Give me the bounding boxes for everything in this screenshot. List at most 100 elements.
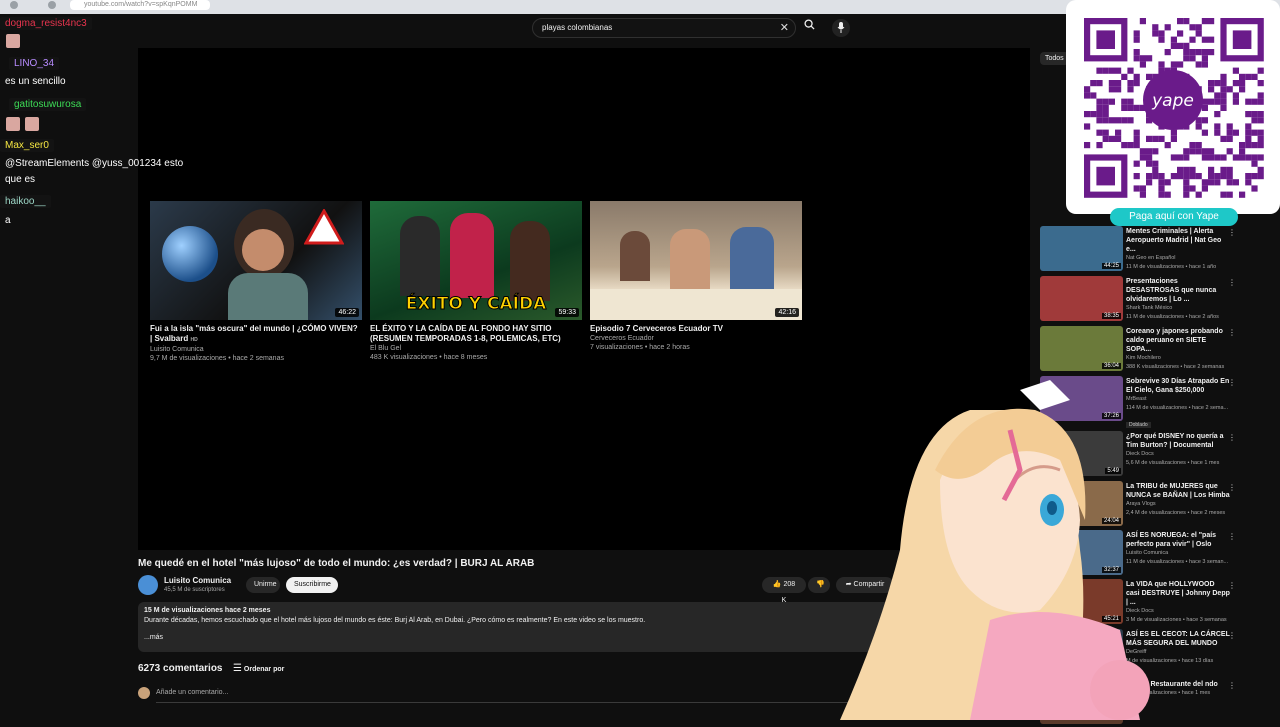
video-description[interactable]: 15 M de visualizaciones hace 2 meses Dur… xyxy=(138,602,918,652)
chat-text: que es xyxy=(5,174,36,185)
video-channel[interactable]: El Blu Gel xyxy=(370,344,582,353)
video-meta: 483 K visualizaciones • hace 8 meses xyxy=(370,354,488,361)
more-options-icon[interactable]: ⋮ xyxy=(1228,278,1236,287)
video-meta: 11 M de visualizaciones • hace 1 año xyxy=(1126,264,1217,270)
reload-icon[interactable] xyxy=(48,1,56,9)
video-meta: 7 visualizaciones • hace 2 horas xyxy=(590,344,690,351)
chat-username: haikoo__ xyxy=(0,195,51,208)
channel-name[interactable]: Luisito Comunica xyxy=(164,576,231,585)
comment-input-underline xyxy=(156,702,916,703)
yape-payment-label: Paga aquí con Yape xyxy=(1110,208,1238,226)
chat-message: dogma_resist4nc3 xyxy=(0,17,92,30)
video-duration: 46:22 xyxy=(335,308,359,317)
join-button[interactable]: Unirme xyxy=(246,577,280,593)
sort-icon: ☰ xyxy=(233,663,242,674)
video-channel[interactable]: Kim Mochilero xyxy=(1126,354,1230,363)
filter-chip-all[interactable]: Todos xyxy=(1040,52,1069,65)
video-channel[interactable]: Cerveceros Ecuador xyxy=(590,334,802,343)
hd-badge: HD xyxy=(190,337,198,343)
video-duration: 42:16 xyxy=(775,308,799,317)
chat-message: haikoo__ xyxy=(0,195,51,208)
sort-label: Ordenar por xyxy=(243,666,285,673)
warning-sign-icon xyxy=(304,209,344,245)
related-video-item[interactable]: 44:25 Mentes Criminales | Alerta Aeropuer… xyxy=(1040,226,1240,274)
video-duration: 44:25 xyxy=(1101,263,1121,269)
like-button[interactable]: 👍 208 K xyxy=(762,577,806,604)
video-title[interactable]: Coreano y japones probando caldo peruano… xyxy=(1126,327,1230,354)
video-thumbnail[interactable]: 44:25 xyxy=(1040,226,1123,271)
video-channel[interactable]: Luisito Comunica xyxy=(150,345,362,354)
video-thumbnail[interactable]: ÉXITO Y CAÍDA 59:33 xyxy=(370,201,582,320)
more-options-icon[interactable]: ⋮ xyxy=(1228,581,1236,590)
search-icon xyxy=(803,19,815,30)
chat-message: Max_ser0 xyxy=(0,139,54,152)
video-thumbnail[interactable]: 36:04 xyxy=(1040,326,1123,371)
related-video-item[interactable]: 36:04 Coreano y japones probando caldo pe… xyxy=(1040,326,1240,374)
browser-logo-icon xyxy=(10,1,18,9)
video-title: Me quedé en el hotel "más lujoso" de tod… xyxy=(138,558,535,569)
video-title[interactable]: EL ÉXITO Y LA CAÍDA DE AL FONDO HAY SITI… xyxy=(370,324,582,344)
user-avatar xyxy=(138,687,150,699)
thumbnail-overlay-text: ÉXITO Y CAÍDA xyxy=(405,294,547,315)
yape-qr-code: yape xyxy=(1066,0,1280,214)
more-options-icon[interactable]: ⋮ xyxy=(1228,378,1236,387)
subscriber-count: 45,5 M de suscriptores xyxy=(164,587,225,593)
video-meta: 9,7 M de visualizaciones • hace 2 semana… xyxy=(150,355,284,362)
video-title[interactable]: Mentes Criminales | Alerta Aeropuerto Ma… xyxy=(1126,227,1230,254)
sort-comments-button[interactable]: ☰ Ordenar por xyxy=(233,663,284,674)
address-bar[interactable]: youtube.com/watch?v=spKqnPOMM xyxy=(70,0,210,10)
more-options-icon[interactable]: ⋮ xyxy=(1228,433,1236,442)
video-meta: 11 M de visualizaciones • hace 2 años xyxy=(1126,314,1219,320)
comment-count: 6273 comentarios xyxy=(138,663,223,674)
chat-message: LINO_34 xyxy=(0,57,60,70)
add-comment-input[interactable]: Añade un comentario... xyxy=(156,689,228,696)
chat-message: gatitosuwurosa xyxy=(0,98,87,111)
search-box[interactable]: playas colombianas ✕ xyxy=(532,18,796,38)
video-duration: 36:04 xyxy=(1101,363,1121,369)
search-button[interactable] xyxy=(798,18,820,38)
qr-code-icon: yape xyxy=(1084,18,1264,198)
vtuber-avatar xyxy=(840,380,1150,720)
video-title[interactable]: Presentaciones DESASTROSAS que nunca olv… xyxy=(1126,277,1230,304)
more-options-icon[interactable]: ⋮ xyxy=(1228,532,1236,541)
show-more-link[interactable]: ...más xyxy=(144,634,912,641)
video-duration: 38:35 xyxy=(1101,313,1121,319)
subscribe-button[interactable]: Suscribirme xyxy=(286,577,338,593)
endscreen-video-1[interactable]: 46:22 Fui a la isla "más oscura" del mun… xyxy=(150,201,362,363)
video-channel[interactable]: Nat Geo en Español xyxy=(1126,254,1230,263)
more-options-icon[interactable]: ⋮ xyxy=(1228,483,1236,492)
emote-icon xyxy=(6,117,20,131)
chat-username: Max_ser0 xyxy=(0,139,54,152)
thumbs-up-icon: 👍 xyxy=(772,581,782,588)
endscreen-video-3[interactable]: 42:16 Episodio 7 Cerveceros Ecuador TV C… xyxy=(590,201,802,352)
chat-username: LINO_34 xyxy=(9,57,60,70)
video-thumbnail[interactable]: 42:16 xyxy=(590,201,802,320)
more-options-icon[interactable]: ⋮ xyxy=(1228,631,1236,640)
microphone-icon xyxy=(837,22,845,33)
emote-icon xyxy=(25,117,39,131)
more-options-icon[interactable]: ⋮ xyxy=(1228,681,1236,690)
more-options-icon[interactable]: ⋮ xyxy=(1228,228,1236,237)
chat-text: @StreamElements @yuss_001234 esto xyxy=(5,158,184,169)
video-duration: 59:33 xyxy=(555,308,579,317)
chat-username: gatitosuwurosa xyxy=(9,98,87,111)
description-text: Durante décadas, hemos escuchado que el … xyxy=(144,617,646,624)
description-meta: 15 M de visualizaciones hace 2 meses xyxy=(144,607,271,614)
emote-icon xyxy=(6,34,20,48)
like-count: 208 K xyxy=(781,581,796,604)
chat-text: es un sencillo xyxy=(5,76,66,87)
more-options-icon[interactable]: ⋮ xyxy=(1228,328,1236,337)
channel-avatar[interactable] xyxy=(138,575,158,595)
related-video-item[interactable]: 38:35 Presentaciones DESASTROSAS que nunc… xyxy=(1040,276,1240,324)
voice-search-button[interactable] xyxy=(832,19,850,37)
video-title[interactable]: Fui a la isla "más oscura" del mundo | ¿… xyxy=(150,324,358,343)
video-thumbnail[interactable]: 38:35 xyxy=(1040,276,1123,321)
chat-emotes xyxy=(0,117,44,131)
video-channel[interactable]: Shark Tank México xyxy=(1126,304,1230,313)
search-input[interactable]: playas colombianas xyxy=(542,23,612,32)
video-thumbnail[interactable]: 46:22 xyxy=(150,201,362,320)
clear-search-icon[interactable]: ✕ xyxy=(780,21,789,34)
video-title[interactable]: Episodio 7 Cerveceros Ecuador TV xyxy=(590,324,802,334)
chat-username: dogma_resist4nc3 xyxy=(0,17,92,30)
endscreen-video-2[interactable]: ÉXITO Y CAÍDA 59:33 EL ÉXITO Y LA CAÍDA … xyxy=(370,201,582,362)
